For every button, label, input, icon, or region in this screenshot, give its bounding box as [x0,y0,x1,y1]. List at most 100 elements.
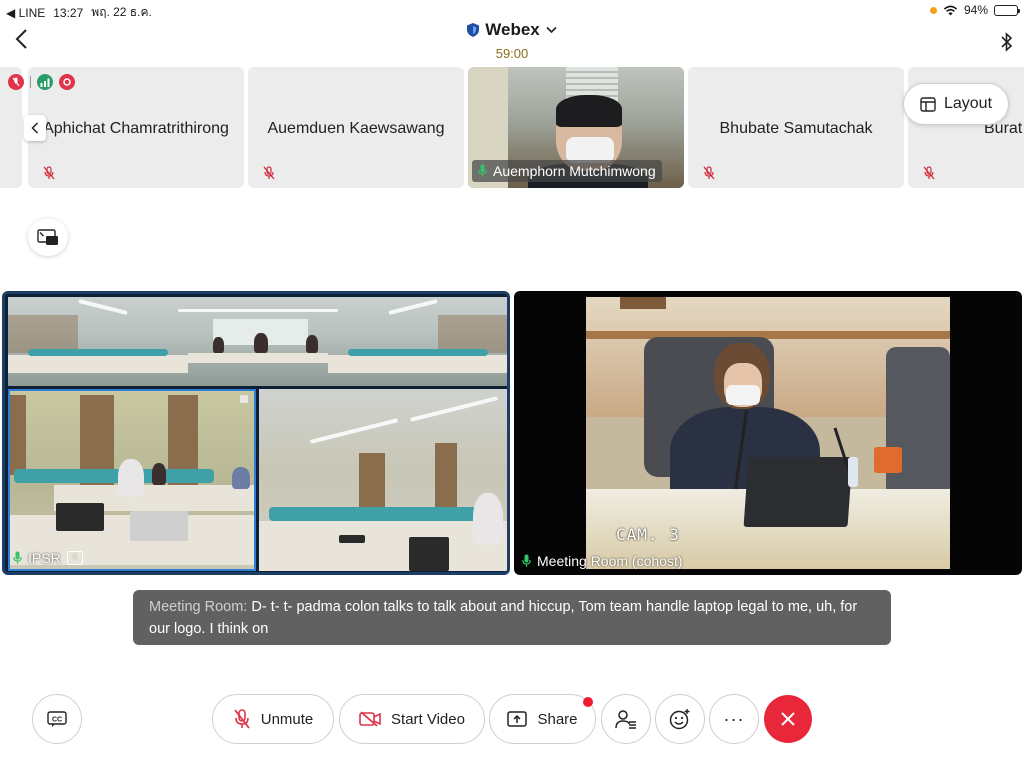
tile-label: Meeting Room (cohost) [522,553,683,569]
more-options-icon: ··· [723,709,745,729]
svg-text:CC: CC [52,717,62,724]
mic-muted-icon [923,166,935,180]
tile-options-icon[interactable] [240,395,248,403]
network-stats-icon[interactable] [37,74,53,90]
chair-row [14,469,214,483]
closed-captions-icon: CC [47,711,67,727]
ceiling-light [309,418,399,444]
back-to-app-link[interactable]: ◀ LINE [6,6,45,20]
desk [259,521,507,571]
attendee [473,493,503,545]
layout-label: Layout [943,95,993,112]
meeting-title-dropdown[interactable]: Webex [467,20,557,40]
tile-label: IPSR ↑ [13,550,83,566]
video-off-icon [359,711,381,727]
caption-text: D- t- t- padma colon talks to talk about… [149,599,858,637]
recording-icon[interactable] [59,74,75,90]
desk [188,353,328,363]
ceiling-light [78,299,128,315]
mic-icon [522,554,531,567]
attendee [306,335,318,353]
ceiling-light [178,309,338,312]
laptop [743,457,853,527]
closed-caption-box: Meeting Room: D- t- t- padma colon talks… [133,590,891,645]
attendee [254,333,268,353]
participant-name-pill: Auemphorn Mutchimwong [472,160,662,182]
share-screen-icon [507,711,528,727]
battery-icon [994,4,1020,16]
start-video-label: Start Video [391,710,465,728]
start-video-button[interactable]: Start Video [339,694,485,744]
mic-muted-icon [43,166,55,180]
battery-percent: 94% [963,3,988,17]
participant-tile[interactable]: Auemduen Kaewsawang [248,67,464,188]
desk [8,355,188,373]
desk [328,355,507,373]
mic-icon [478,164,487,177]
sharing-icon: ↑ [66,551,83,565]
strip-scroll-left-button[interactable] [24,115,46,141]
share-button[interactable]: Share [489,694,596,744]
chair-row [28,349,168,356]
water-bottle [848,457,858,487]
wall-sign [620,297,666,309]
ceiling-light [409,396,499,422]
participants-button[interactable] [601,694,651,744]
video-person-hair [556,95,622,127]
wifi-icon [943,5,958,15]
unmute-label: Unmute [260,710,314,728]
chevron-down-icon [546,26,557,34]
share-label: Share [537,710,578,728]
participant-name: Auemphorn Mutchimwong [493,163,656,179]
laptop [130,511,188,541]
app-title: Webex [485,20,540,39]
reactions-button[interactable] [655,694,705,744]
closed-captions-button[interactable]: CC [32,694,82,744]
tile-name: IPSR [28,550,61,566]
picture-in-picture-button[interactable] [28,218,68,256]
wood-panel [435,443,457,509]
participant-video-tile[interactable]: Auemphorn Mutchimwong [468,67,684,188]
ceiling-light [388,299,438,315]
attendee [213,337,224,353]
notification-dot [583,697,593,707]
attendee [118,459,144,497]
mic-muted-icon [263,166,275,180]
status-bar: ◀ LINE 13:27 พฤ. 22 ธ.ค. 94% [0,0,1024,22]
layout-icon [920,96,936,112]
mic-icon [13,551,22,564]
wood-panel [359,453,385,511]
leave-meeting-button[interactable] [764,695,812,743]
participant-name: Bhubate Samutachak [719,120,873,137]
participant-name: Auemduen Kaewsawang [267,120,445,137]
conference-room-wide-view [8,297,507,386]
conference-room-view [259,389,507,571]
chair-row [348,349,488,356]
participant-tile[interactable]: Bhubate Samutachak [688,67,904,188]
laptop [339,535,365,543]
chair [886,347,950,497]
status-time: 13:27 [53,5,84,20]
meeting-timer: 59:00 [495,46,529,61]
layout-button[interactable]: Layout [903,83,1009,125]
attendee [232,467,250,489]
chair-row [269,507,497,521]
participant-name: Aphichat Chamratrithirong [43,120,229,137]
bluetooth-icon[interactable] [1000,32,1014,52]
mic-muted-icon [234,709,250,729]
wood-trim [586,331,950,339]
more-options-button[interactable]: ··· [709,694,759,744]
camera-overlay-text: CAM. 3 [616,525,680,544]
unmute-button[interactable]: Unmute [212,694,334,744]
wood-panel [438,315,507,353]
wood-panel [10,395,26,475]
divider [30,76,31,88]
main-video-tile-meeting-room[interactable]: CAM. 3 Meeting Room (cohost) [514,291,1022,575]
camera-feed: CAM. 3 [586,297,950,569]
emoji-icon [669,709,690,730]
participants-icon [615,710,636,729]
main-video-tile-ipsr[interactable]: IPSR ↑ [2,291,510,575]
attendee [152,463,166,485]
participant-strip[interactable]: Aphichat Chamratrithirong Auemduen Kaews… [0,67,1024,188]
meeting-status-badges [8,74,75,90]
